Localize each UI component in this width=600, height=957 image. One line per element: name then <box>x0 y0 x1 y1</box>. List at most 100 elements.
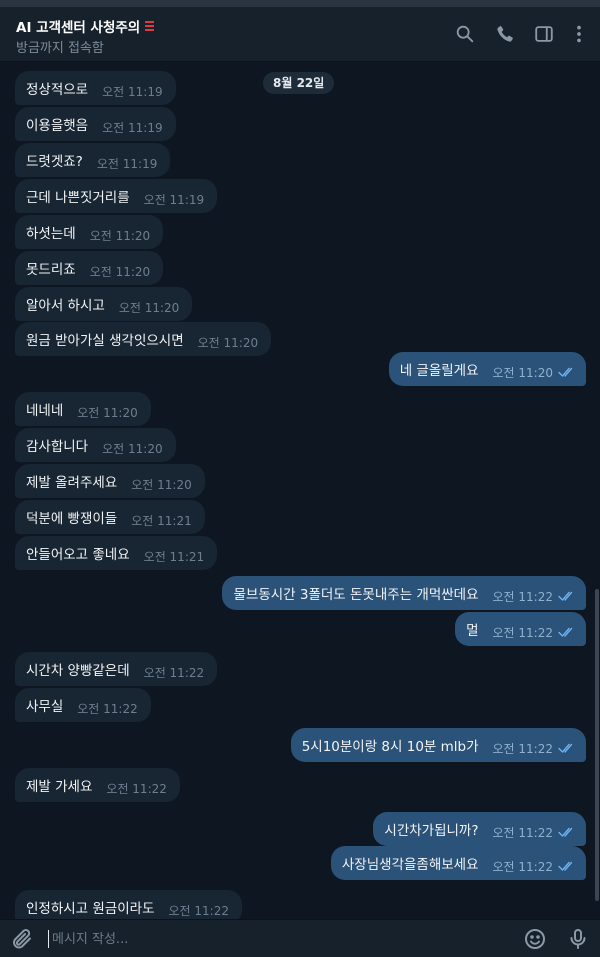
message-bubble[interactable]: 감사합니다 오전 11:20 <box>15 428 176 462</box>
message-time: 오전 11:20 <box>102 441 163 456</box>
message-text: 안들어오고 좋네요 <box>26 547 130 563</box>
sidebar-toggle-icon[interactable] <box>533 23 555 45</box>
message-text: 이용을햇음 <box>26 118 89 134</box>
incoming-message[interactable]: 하셧는데 오전 11:20 <box>0 215 594 249</box>
chat-title[interactable]: AI 고객센터 사청주의 <box>16 20 140 36</box>
message-bubble[interactable]: 원금 받아가실 생각잇으시면 오전 11:20 <box>15 322 272 356</box>
message-bubble[interactable]: 물브동시간 3폴더도 돈못내주는 개먹싼데요 오전 11:22 <box>222 576 586 610</box>
message-time: 오전 11:19 <box>143 192 205 207</box>
incoming-message[interactable]: 제발 가세요 오전 11:22 <box>0 768 594 802</box>
outgoing-message[interactable]: 사장님생각을좀해보세요 오전 11:22 <box>0 846 594 880</box>
message-bubble[interactable]: 드렷겟죠? 오전 11:19 <box>15 143 171 177</box>
incoming-message[interactable]: 감사합니다 오전 11:20 <box>0 428 594 462</box>
message-bubble[interactable]: 제발 가세요 오전 11:22 <box>15 768 180 802</box>
message-bubble[interactable]: 네네네 오전 11:20 <box>15 392 151 426</box>
message-text: 물브동시간 3폴더도 돈못내주는 개먹싼데요 <box>233 587 479 603</box>
emoji-icon[interactable] <box>523 927 547 951</box>
message-time: 오전 11:22 <box>492 625 553 640</box>
chat-title-wrap[interactable]: AI 고객센터 사청주의 <box>16 16 156 36</box>
message-text: 네 글올릴게요 <box>399 363 479 379</box>
message-bubble[interactable]: 사무실 오전 11:22 <box>15 688 151 722</box>
message-time: 오전 11:22 <box>106 781 167 796</box>
outgoing-message[interactable]: 시간차가됩니까? 오전 11:22 <box>0 812 594 846</box>
message-text: 감사합니다 <box>26 439 89 455</box>
search-icon[interactable] <box>454 23 476 45</box>
incoming-message[interactable]: 네네네 오전 11:20 <box>0 392 594 426</box>
last-seen-status: 방금까지 접속함 <box>16 41 104 56</box>
message-bubble[interactable]: 인정하시고 원금이라도 오전 11:22 <box>15 890 242 919</box>
message-time: 오전 11:20 <box>197 335 259 350</box>
message-text: 시간차 양빵같은데 <box>26 663 130 679</box>
message-composer <box>0 919 600 957</box>
message-scrollbar[interactable] <box>594 62 600 919</box>
message-time: 오전 11:22 <box>492 589 553 604</box>
message-time: 오전 11:20 <box>89 264 151 279</box>
window-top-strip <box>0 0 600 7</box>
scrollbar-thumb[interactable] <box>595 589 599 901</box>
outgoing-message[interactable]: 멀 오전 11:22 <box>0 612 594 646</box>
message-bubble[interactable]: 시간차가됩니까? 오전 11:22 <box>373 812 586 846</box>
message-time: 오전 11:22 <box>492 741 553 756</box>
message-time: 오전 11:22 <box>492 825 553 840</box>
message-text: 정상적으로 <box>26 82 89 98</box>
message-time: 오전 11:21 <box>131 513 192 528</box>
incoming-message[interactable]: 인정하시고 원금이라도 오전 11:22 <box>0 890 594 919</box>
message-bubble[interactable]: 못드리죠 오전 11:20 <box>15 251 164 285</box>
message-bubble[interactable]: 시간차 양빵같은데 오전 11:22 <box>15 652 218 686</box>
message-bubble[interactable]: 네 글올릴게요 오전 11:20 <box>388 352 586 386</box>
message-bubble[interactable]: 제발 올려주세요 오전 11:20 <box>15 464 205 498</box>
message-bubble[interactable]: 5시10분이랑 8시 10분 mlb가 오전 11:22 <box>290 728 586 762</box>
message-text: 근데 나쁜짓거리를 <box>26 190 130 206</box>
phone-call-icon[interactable] <box>494 23 516 45</box>
incoming-message[interactable]: 사무실 오전 11:22 <box>0 688 594 722</box>
microphone-icon[interactable] <box>566 927 590 951</box>
message-text: 인정하시고 원금이라도 <box>26 901 155 917</box>
incoming-message[interactable]: 덕분에 빵쟁이들 오전 11:21 <box>0 500 594 534</box>
incoming-message[interactable]: 시간차 양빵같은데 오전 11:22 <box>0 652 594 686</box>
incoming-message[interactable]: 정상적으로 오전 11:19 <box>0 71 594 105</box>
message-text: 알아서 하시고 <box>26 298 105 314</box>
message-bubble[interactable]: 정상적으로 오전 11:19 <box>15 71 176 105</box>
message-input[interactable] <box>52 928 502 950</box>
message-time: 오전 11:20 <box>131 477 192 492</box>
message-time: 오전 11:22 <box>143 665 205 680</box>
incoming-message[interactable]: 알아서 하시고 오전 11:20 <box>0 287 594 321</box>
incoming-message[interactable]: 못드리죠 오전 11:20 <box>0 251 594 285</box>
message-time: 오전 11:20 <box>118 300 180 315</box>
message-time: 오전 11:20 <box>492 365 553 380</box>
message-bubble[interactable]: 알아서 하시고 오전 11:20 <box>15 287 193 321</box>
incoming-message[interactable]: 근데 나쁜짓거리를 오전 11:19 <box>0 179 594 213</box>
message-bubble[interactable]: 이용을햇음 오전 11:19 <box>15 107 176 141</box>
message-time: 오전 11:20 <box>89 228 151 243</box>
attach-paperclip-icon[interactable] <box>10 927 34 951</box>
incoming-message[interactable]: 이용을햇음 오전 11:19 <box>0 107 594 141</box>
outgoing-message[interactable]: 물브동시간 3폴더도 돈못내주는 개먹싼데요 오전 11:22 <box>0 576 594 610</box>
message-text: 원금 받아가실 생각잇으시면 <box>26 333 184 349</box>
read-receipt-icon <box>558 626 576 638</box>
more-menu-icon[interactable] <box>568 23 590 45</box>
message-bubble[interactable]: 근데 나쁜짓거리를 오전 11:19 <box>15 179 218 213</box>
message-text: 드렷겟죠? <box>26 154 83 170</box>
message-bubble[interactable]: 사장님생각을좀해보세요 오전 11:22 <box>330 846 586 880</box>
incoming-message[interactable]: 안들어오고 좋네요 오전 11:21 <box>0 536 594 570</box>
message-text: 시간차가됩니까? <box>384 823 479 839</box>
message-text: 사장님생각을좀해보세요 <box>341 857 479 873</box>
message-text: 네네네 <box>26 403 64 419</box>
outgoing-message[interactable]: 5시10분이랑 8시 10분 mlb가 오전 11:22 <box>0 728 594 762</box>
message-list[interactable]: 8월 22일 정상적으로 오전 11:19 이용을햇음 오전 11:19 드렷겟죠? 오전… <box>0 62 594 919</box>
incoming-message[interactable]: 제발 올려주세요 오전 11:20 <box>0 464 594 498</box>
message-bubble[interactable]: 멀 오전 11:22 <box>455 612 586 646</box>
message-text: 못드리죠 <box>26 262 76 278</box>
outgoing-message[interactable]: 네 글올릴게요 오전 11:20 <box>0 352 594 386</box>
incoming-message[interactable]: 원금 받아가실 생각잇으시면 오전 11:20 <box>0 322 594 356</box>
message-bubble[interactable]: 하셧는데 오전 11:20 <box>15 215 164 249</box>
message-bubble[interactable]: 덕분에 빵쟁이들 오전 11:21 <box>15 500 205 534</box>
message-text: 멀 <box>466 623 479 639</box>
message-text: 덕분에 빵쟁이들 <box>26 511 118 527</box>
message-text: 제발 가세요 <box>26 779 93 795</box>
read-receipt-icon <box>558 590 576 602</box>
incoming-message[interactable]: 드렷겟죠? 오전 11:19 <box>0 143 594 177</box>
message-time: 오전 11:21 <box>143 549 205 564</box>
read-receipt-icon <box>558 366 576 378</box>
message-bubble[interactable]: 안들어오고 좋네요 오전 11:21 <box>15 536 218 570</box>
